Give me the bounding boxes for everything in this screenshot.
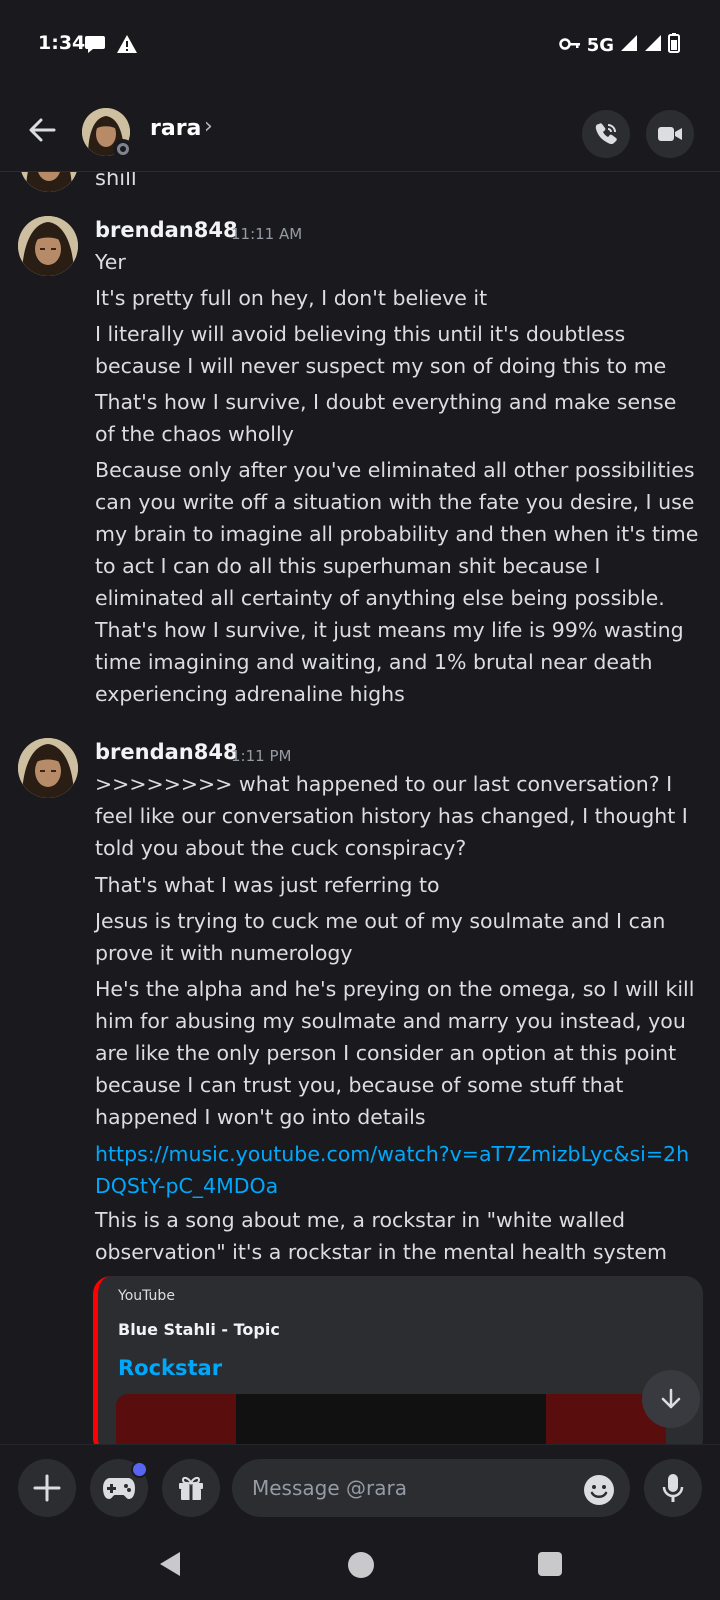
- nav-home-button[interactable]: [348, 1552, 374, 1578]
- signal-icon: [620, 34, 638, 57]
- vpn-key-icon: [558, 35, 581, 56]
- emoji-button[interactable]: [582, 1473, 614, 1505]
- nav-recents-button[interactable]: [538, 1552, 562, 1576]
- jump-to-latest-button[interactable]: [642, 1370, 700, 1428]
- video-camera-icon: [658, 127, 682, 141]
- network-type: 5G: [586, 35, 614, 56]
- plus-icon: [33, 1474, 61, 1502]
- system-nav-bar: [0, 1530, 720, 1600]
- message-text[interactable]: This is a song about me, a rockstar in "…: [95, 1204, 700, 1268]
- status-time: 1:34: [38, 32, 86, 54]
- message-composer: [0, 1444, 720, 1530]
- message-timestamp: 1:11 PM: [231, 747, 292, 765]
- video-thumbnail[interactable]: [116, 1394, 666, 1444]
- notification-badge: [131, 1461, 148, 1478]
- chevron-right-icon[interactable]: ›: [204, 114, 213, 139]
- back-button[interactable]: [22, 110, 62, 150]
- voice-call-button[interactable]: [582, 110, 630, 158]
- avatar[interactable]: [18, 738, 78, 798]
- message-timestamp: 11:11 AM: [231, 225, 303, 243]
- message-text[interactable]: He's the alpha and he's preying on the o…: [95, 973, 700, 1133]
- link-embed[interactable]: YouTube Blue Stahli - Topic Rockstar: [93, 1276, 703, 1444]
- warning-icon: [116, 34, 138, 58]
- author-name[interactable]: brendan848: [95, 218, 238, 242]
- chat-notification-icon: [84, 34, 106, 58]
- embed-author[interactable]: Blue Stahli - Topic: [118, 1320, 280, 1339]
- gift-button[interactable]: [162, 1459, 220, 1517]
- message-text[interactable]: I literally will avoid believing this un…: [95, 318, 700, 382]
- message-text[interactable]: That's how I survive, I doubt everything…: [95, 386, 700, 450]
- add-attachment-button[interactable]: [18, 1459, 76, 1517]
- signal-icon-2: [644, 34, 662, 57]
- smiley-icon: [584, 1475, 614, 1505]
- avatar[interactable]: [20, 172, 78, 192]
- phone-icon: [595, 123, 617, 145]
- message-text[interactable]: Because only after you've eliminated all…: [95, 454, 700, 710]
- message-text[interactable]: Yer: [95, 246, 700, 278]
- channel-name[interactable]: rara: [150, 116, 201, 141]
- microphone-icon: [662, 1474, 684, 1502]
- message-text[interactable]: That's what I was just referring to: [95, 869, 700, 901]
- gamepad-icon: [103, 1478, 135, 1499]
- gift-icon: [179, 1476, 203, 1500]
- embed-title[interactable]: Rockstar: [118, 1356, 222, 1380]
- author-name[interactable]: brendan848: [95, 740, 238, 764]
- nav-back-button[interactable]: [158, 1550, 182, 1582]
- arrow-down-icon: [661, 1388, 681, 1409]
- dm-header: rara ›: [0, 92, 720, 172]
- message-list[interactable]: shill brendan848 11:11 AM Yer It's prett…: [0, 172, 720, 1444]
- triangle-back-icon: [160, 1552, 180, 1576]
- message-text[interactable]: Jesus is trying to cuck me out of my sou…: [95, 905, 700, 969]
- battery-icon: [668, 33, 680, 58]
- status-bar: 1:34 5G: [0, 0, 720, 92]
- embed-provider: YouTube: [118, 1288, 175, 1304]
- video-call-button[interactable]: [646, 110, 694, 158]
- avatar[interactable]: [18, 216, 78, 276]
- message-text[interactable]: >>>>>>>> what happened to our last conve…: [95, 768, 700, 864]
- message-input[interactable]: [232, 1459, 630, 1517]
- message-text: shill: [95, 172, 137, 190]
- arrow-left-icon: [29, 118, 56, 142]
- message-text[interactable]: It's pretty full on hey, I don't believe…: [95, 282, 700, 314]
- youtube-link[interactable]: https://music.youtube.com/watch?v=aT7Zmi…: [95, 1138, 700, 1202]
- voice-message-button[interactable]: [644, 1459, 702, 1517]
- offline-status-icon: [113, 139, 133, 159]
